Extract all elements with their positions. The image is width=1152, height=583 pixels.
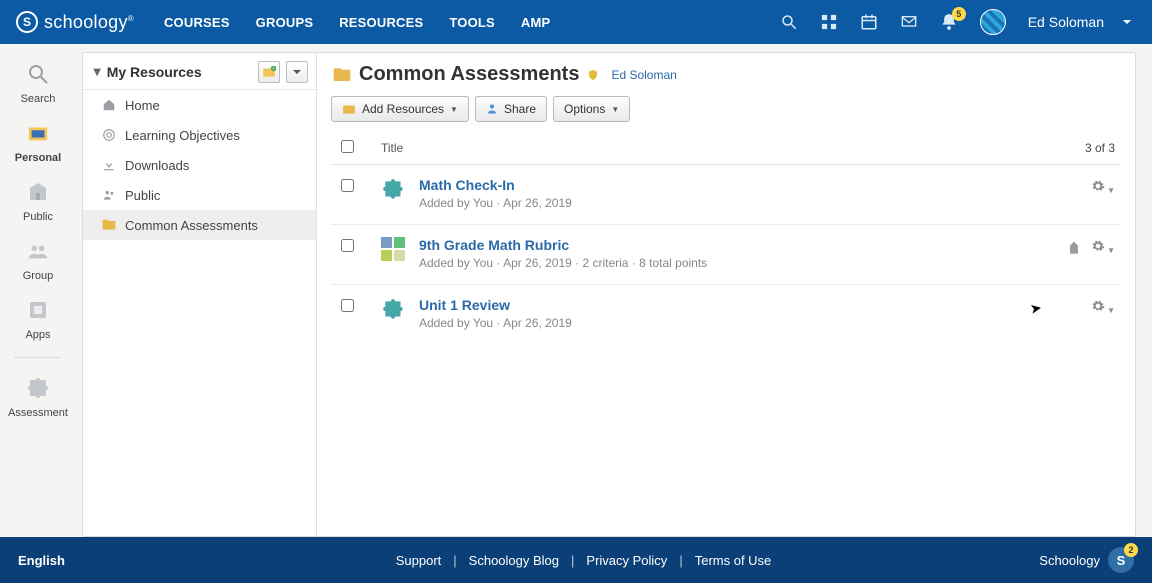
- download-icon: [101, 157, 117, 173]
- primary-nav: COURSES GROUPS RESOURCES TOOLS AMP: [164, 15, 550, 30]
- select-all-checkbox[interactable]: [341, 140, 354, 153]
- help-bubble[interactable]: S 2: [1108, 547, 1134, 573]
- nav-tools[interactable]: TOOLS: [449, 15, 495, 30]
- user-avatar[interactable]: [980, 9, 1006, 35]
- group-icon: [24, 237, 52, 265]
- resource-toolbar: Add Resources▼ Share Options▼: [331, 96, 1121, 122]
- footer-separator: |: [679, 553, 682, 568]
- apps-icon: [24, 296, 52, 324]
- options-button[interactable]: Options▼: [553, 96, 630, 122]
- sidebar-item-downloads[interactable]: Downloads: [83, 150, 316, 180]
- personal-folder-icon: [24, 119, 52, 147]
- nav-courses[interactable]: COURSES: [164, 15, 230, 30]
- resource-title-link[interactable]: Math Check-In: [419, 177, 572, 193]
- nav-resources[interactable]: RESOURCES: [339, 15, 423, 30]
- resource-row: Unit 1 Review Added by You · Apr 26, 2019…: [331, 285, 1121, 344]
- header-bar: S schoology® COURSES GROUPS RESOURCES TO…: [0, 0, 1152, 44]
- footer-link-schoology-blog[interactable]: Schoology Blog: [469, 553, 559, 568]
- assessment-puzzle-icon: [381, 297, 409, 325]
- footer-separator: |: [453, 553, 456, 568]
- share-button[interactable]: Share: [475, 96, 547, 122]
- assessment-puzzle-icon: [24, 374, 52, 402]
- username-label[interactable]: Ed Soloman: [1028, 14, 1104, 30]
- people-icon: [101, 187, 117, 203]
- row-gear-menu[interactable]: ▼: [1090, 299, 1115, 316]
- rail-group[interactable]: Group: [7, 235, 69, 284]
- nav-groups[interactable]: GROUPS: [256, 15, 314, 30]
- sidebar-heading: My Resources: [107, 64, 252, 80]
- assessment-puzzle-icon: [381, 177, 409, 205]
- apps-grid-icon[interactable]: [820, 13, 838, 31]
- row-gear-menu[interactable]: ▼: [1090, 239, 1115, 256]
- page-title: Common Assessments: [359, 63, 579, 86]
- target-icon: [101, 127, 117, 143]
- footer-link-support[interactable]: Support: [396, 553, 442, 568]
- folder-icon: [333, 67, 351, 83]
- resource-meta: Added by You · Apr 26, 2019 · 2 criteria…: [419, 256, 707, 270]
- rail-separator: [15, 357, 61, 358]
- nav-amp[interactable]: AMP: [521, 15, 551, 30]
- add-resources-button[interactable]: Add Resources▼: [331, 96, 469, 122]
- resource-row: Math Check-In Added by You · Apr 26, 2019…: [331, 165, 1121, 225]
- add-collection-button[interactable]: +: [258, 61, 280, 83]
- align-icon[interactable]: [1066, 239, 1082, 258]
- sidebar-item-common-assessments[interactable]: Common Assessments: [83, 210, 316, 240]
- row-gear-menu[interactable]: ▼: [1090, 179, 1115, 196]
- rubric-icon: [381, 237, 409, 265]
- sidebar-item-label: Home: [125, 98, 160, 113]
- content-board: ▶ My Resources + Home Learning Objectives…: [82, 52, 1136, 537]
- collapse-caret-icon[interactable]: ▶: [91, 68, 102, 76]
- resource-meta: Added by You · Apr 26, 2019: [419, 196, 572, 210]
- brand-mark-icon: S: [16, 11, 38, 33]
- resource-title-link[interactable]: Unit 1 Review: [419, 297, 572, 313]
- mail-icon[interactable]: [900, 13, 918, 31]
- notification-badge: 5: [952, 7, 966, 21]
- folder-icon: [101, 217, 117, 233]
- header-icon-tray: 5 Ed Soloman: [780, 9, 1136, 35]
- help-bubble-badge: 2: [1124, 543, 1138, 557]
- rail-search[interactable]: Search: [7, 58, 69, 107]
- rail-apps[interactable]: Apps: [7, 294, 69, 343]
- col-title: Title: [381, 141, 441, 155]
- calendar-icon[interactable]: [860, 13, 878, 31]
- sidebar-item-label: Public: [125, 188, 160, 203]
- sidebar-item-learning-objectives[interactable]: Learning Objectives: [83, 120, 316, 150]
- search-icon[interactable]: [780, 13, 798, 31]
- resources-sidebar: ▶ My Resources + Home Learning Objectives…: [83, 53, 317, 536]
- collection-menu-button[interactable]: [286, 61, 308, 83]
- sidebar-item-label: Learning Objectives: [125, 128, 240, 143]
- rail-assessment[interactable]: Assessment: [7, 372, 69, 421]
- home-icon: [101, 97, 117, 113]
- row-checkbox[interactable]: [341, 299, 354, 312]
- magnifier-icon: [24, 60, 52, 88]
- owner-shield-icon: [587, 68, 599, 82]
- footer-link-terms-of-use[interactable]: Terms of Use: [695, 553, 772, 568]
- main-panel: Common Assessments Ed Soloman Add Resour…: [317, 53, 1135, 536]
- item-count: 3 of 3: [1085, 141, 1115, 155]
- left-rail: Search Personal Public Group Apps: [0, 44, 76, 537]
- site-footer: English Support | Schoology Blog | Privacy P…: [0, 537, 1152, 583]
- brand-wordmark: schoology®: [44, 12, 134, 33]
- rail-public[interactable]: Public: [7, 176, 69, 225]
- list-header: Title 3 of 3: [331, 132, 1121, 165]
- rail-personal[interactable]: Personal: [7, 117, 69, 166]
- sidebar-item-label: Common Assessments: [125, 218, 258, 233]
- notifications-icon[interactable]: 5: [940, 13, 958, 31]
- user-menu-chevron-icon[interactable]: [1118, 13, 1136, 31]
- row-checkbox[interactable]: [341, 179, 354, 192]
- resource-row: 9th Grade Math Rubric Added by You · Apr …: [331, 225, 1121, 285]
- svg-text:+: +: [272, 66, 275, 71]
- footer-link-privacy-policy[interactable]: Privacy Policy: [586, 553, 667, 568]
- footer-brand: Schoology: [1039, 553, 1100, 568]
- owner-link[interactable]: Ed Soloman: [611, 68, 676, 82]
- row-checkbox[interactable]: [341, 239, 354, 252]
- building-icon: [24, 178, 52, 206]
- footer-separator: |: [571, 553, 574, 568]
- language-selector[interactable]: English: [18, 553, 65, 568]
- sidebar-item-public[interactable]: Public: [83, 180, 316, 210]
- resource-title-link[interactable]: 9th Grade Math Rubric: [419, 237, 707, 253]
- sidebar-item-label: Downloads: [125, 158, 189, 173]
- resource-meta: Added by You · Apr 26, 2019: [419, 316, 572, 330]
- sidebar-item-home[interactable]: Home: [83, 90, 316, 120]
